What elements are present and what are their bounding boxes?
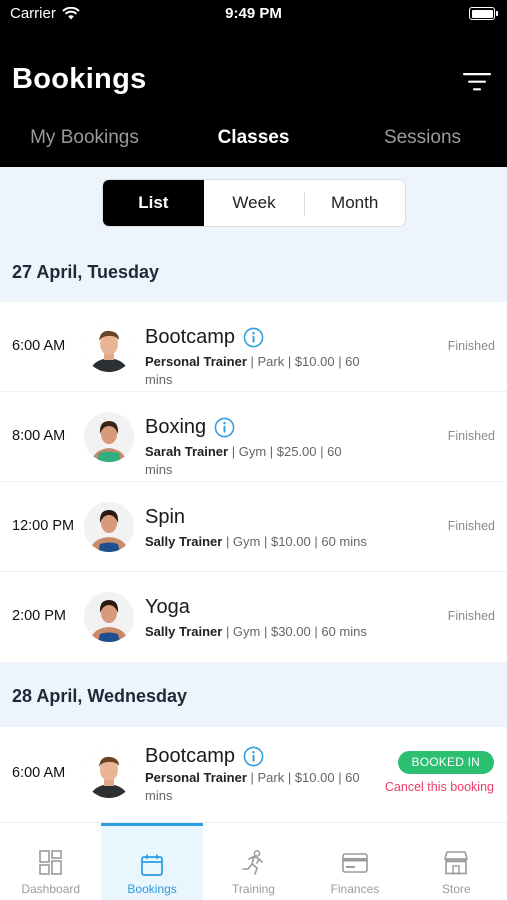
- calendar-icon: [141, 854, 163, 876]
- class-time: 6:00 AM: [12, 765, 66, 781]
- trainer-name: Sally Trainer: [145, 624, 223, 639]
- class-info: | Gym | $30.00 | 60 mins: [222, 624, 367, 639]
- class-row[interactable]: 6:00 AM Bootcamp Personal Trainer | Park…: [0, 302, 507, 392]
- class-title: Spin: [145, 506, 185, 529]
- class-details: Personal Trainer | Park | $10.00 | 60 mi…: [145, 769, 367, 805]
- store-icon: [444, 851, 469, 875]
- class-name: Spin: [145, 506, 186, 528]
- class-title: Boxing: [145, 416, 235, 439]
- class-row[interactable]: 12:00 PM Spin Sally Trainer | Gym | $10.…: [0, 482, 507, 572]
- avatar: [84, 322, 134, 372]
- trainer-name: Personal Trainer: [145, 770, 247, 785]
- booked-in-badge: BOOKED IN: [397, 751, 494, 774]
- tab-label: Dashboard: [21, 882, 81, 896]
- view-week-button[interactable]: Week: [204, 180, 305, 226]
- class-row[interactable]: 2:00 PM Yoga Sally Trainer | Gym | $30.0…: [0, 572, 507, 662]
- class-details: Sarah Trainer | Gym | $25.00 | 60 mins: [145, 443, 367, 479]
- class-name: Boxing: [145, 416, 207, 438]
- info-icon[interactable]: [243, 327, 264, 348]
- class-name: Bootcamp: [145, 745, 236, 767]
- class-time: 12:00 PM: [12, 518, 75, 534]
- trainer-name: Sarah Trainer: [145, 444, 229, 459]
- cancel-booking-link[interactable]: Cancel this booking: [385, 780, 494, 794]
- avatar: [84, 592, 134, 642]
- class-title: Bootcamp: [145, 326, 264, 349]
- tab-training[interactable]: Training: [203, 823, 304, 900]
- view-month-button[interactable]: Month: [304, 180, 405, 226]
- status-bar: Carrier 9:49 PM: [0, 0, 507, 30]
- status-label: Finished: [447, 429, 495, 443]
- class-row[interactable]: 6:00 AM Bootcamp Personal Trainer | Park…: [0, 727, 507, 822]
- tab-sessions[interactable]: Sessions: [338, 118, 507, 158]
- class-name: Yoga: [145, 596, 190, 618]
- class-details: Personal Trainer | Park | $10.00 | 60 mi…: [145, 353, 367, 389]
- tab-label: Store: [441, 882, 471, 896]
- trainer-name: Personal Trainer: [145, 354, 247, 369]
- credit-card-icon: [342, 853, 368, 873]
- avatar: [84, 748, 134, 798]
- tab-classes[interactable]: Classes: [169, 118, 338, 158]
- class-name: Bootcamp: [145, 326, 236, 348]
- page-title: Bookings: [12, 63, 147, 95]
- class-title: Bootcamp: [145, 745, 264, 768]
- dashboard-icon: [38, 850, 62, 875]
- view-toggle: List Week Month: [102, 179, 406, 227]
- class-time: 8:00 AM: [12, 428, 66, 444]
- tab-dashboard[interactable]: Dashboard: [0, 823, 101, 900]
- day-class-list: 6:00 AM Bootcamp Personal Trainer | Park…: [0, 727, 507, 822]
- running-icon: [241, 850, 263, 875]
- avatar: [84, 412, 134, 462]
- tab-finances[interactable]: Finances: [304, 823, 405, 900]
- app-header: Carrier 9:49 PM Bookings My Bookings Cla…: [0, 0, 507, 167]
- tab-store[interactable]: Store: [406, 823, 507, 900]
- day-header: 27 April, Tuesday: [12, 262, 160, 282]
- info-icon[interactable]: [243, 746, 264, 767]
- class-title: Yoga: [145, 596, 190, 619]
- status-label: Finished: [447, 519, 495, 533]
- bottom-tab-bar: Dashboard Bookings Training Finances Sto…: [0, 822, 507, 900]
- tab-label: Finances: [330, 882, 380, 896]
- trainer-name: Sally Trainer: [145, 534, 223, 549]
- class-details: Sally Trainer | Gym | $10.00 | 60 mins: [145, 533, 367, 551]
- day-header: 28 April, Wednesday: [12, 686, 188, 706]
- day-class-list: 6:00 AM Bootcamp Personal Trainer | Park…: [0, 302, 507, 662]
- class-info: | Gym | $10.00 | 60 mins: [222, 534, 367, 549]
- clock: 9:49 PM: [225, 5, 282, 22]
- filter-icon[interactable]: [463, 72, 491, 92]
- tab-my-bookings[interactable]: My Bookings: [0, 118, 169, 158]
- tab-bookings[interactable]: Bookings: [101, 823, 204, 900]
- battery-icon: [469, 7, 498, 20]
- class-time: 2:00 PM: [12, 608, 66, 624]
- class-time: 6:00 AM: [12, 338, 66, 354]
- class-details: Sally Trainer | Gym | $30.00 | 60 mins: [145, 623, 367, 641]
- tab-label: Training: [232, 882, 275, 896]
- view-list-button[interactable]: List: [103, 180, 204, 226]
- booking-type-tabs: My Bookings Classes Sessions: [0, 118, 507, 158]
- avatar: [84, 502, 134, 552]
- info-icon[interactable]: [214, 417, 235, 438]
- status-label: Finished: [447, 609, 495, 623]
- status-label: Finished: [447, 339, 495, 353]
- tab-label: Bookings: [127, 882, 177, 896]
- class-row[interactable]: 8:00 AM Boxing Sarah Trainer | Gym | $25…: [0, 392, 507, 482]
